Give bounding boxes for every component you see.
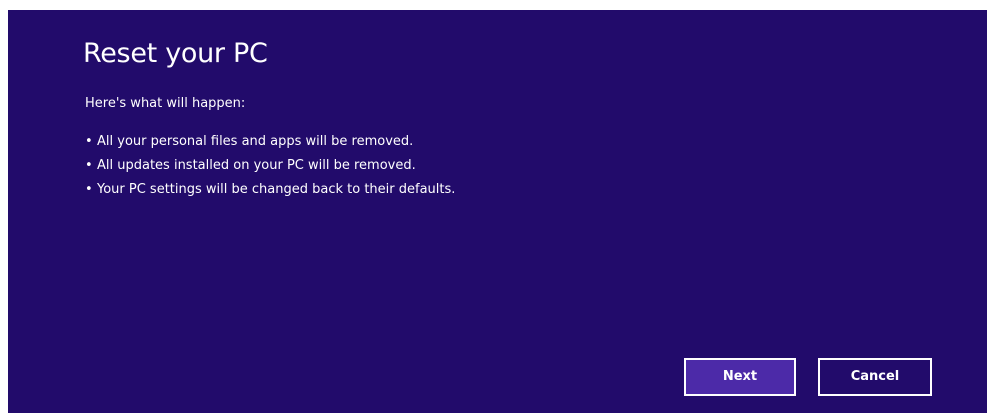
list-item-text: All updates installed on your PC will be… [97,158,416,173]
list-item: • All your personal files and apps will b… [85,130,455,154]
consequence-list: • All your personal files and apps will b… [85,130,455,202]
list-item: • Your PC settings will be changed back t… [85,178,455,202]
bullet-icon: • [85,182,93,197]
bullet-icon: • [85,158,93,173]
list-item-text: All your personal files and apps will be… [97,134,414,149]
dialog-title: Reset your PC [83,38,268,69]
list-item: • All updates installed on your PC will b… [85,154,455,178]
bullet-icon: • [85,134,93,149]
next-button[interactable]: Next [684,358,796,396]
list-item-text: Your PC settings will be changed back to… [97,182,456,197]
cancel-button[interactable]: Cancel [818,358,932,396]
dialog-subtitle: Here's what will happen: [85,96,246,111]
reset-pc-dialog: Reset your PC Here's what will happen: •… [8,10,987,413]
